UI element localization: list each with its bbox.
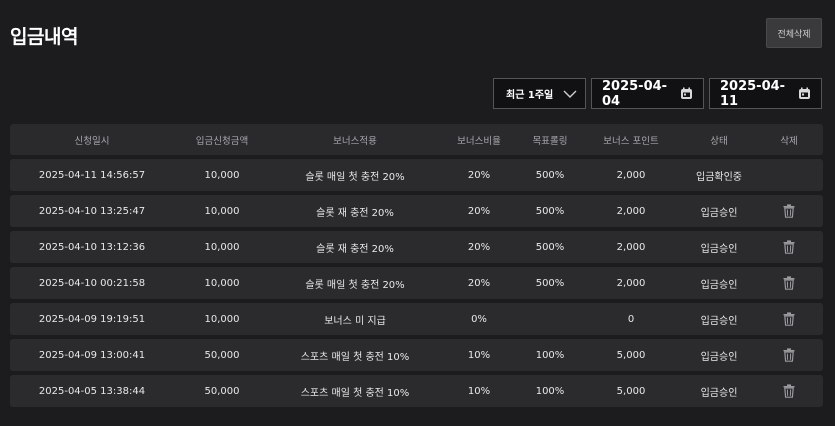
chevron-down-icon — [563, 90, 577, 98]
cell-bonus: 슬롯 재 충전 20% — [316, 243, 394, 255]
col-header-rolling: 목표롤링 — [532, 135, 568, 147]
cell-points: 2,000 — [616, 169, 646, 181]
cell-datetime: 2025-04-10 00:21:58 — [38, 277, 146, 289]
cell-datetime: 2025-04-10 13:25:47 — [38, 205, 146, 217]
cell-status: 입금승인 — [700, 351, 738, 363]
cell-amount: 10,000 — [204, 241, 240, 253]
calendar-icon[interactable] — [798, 87, 811, 100]
cell-status: 입금확인중 — [696, 171, 742, 183]
period-select[interactable]: 최근 1주일 — [493, 78, 586, 109]
cell-datetime: 2025-04-11 14:56:57 — [38, 169, 146, 181]
cell-datetime: 2025-04-09 19:19:51 — [38, 313, 146, 325]
delete-row-button[interactable] — [783, 231, 795, 263]
col-header-delete: 삭제 — [780, 135, 798, 147]
end-date-field[interactable]: 2025-04-11 — [709, 78, 822, 109]
col-header-amount: 입금신청금액 — [195, 135, 249, 147]
cell-amount: 10,000 — [204, 313, 240, 325]
table-row: 2025-04-09 19:19:51 10,000 보너스 미 지급 0% 0 입금승인 — [10, 303, 823, 335]
cell-points: 5,000 — [616, 385, 646, 397]
cell-status: 입금승인 — [700, 387, 738, 399]
cell-bonus: 보너스 미 지급 — [324, 315, 386, 327]
cell-amount: 10,000 — [204, 169, 240, 181]
cell-status: 입금승인 — [700, 279, 738, 291]
cell-bonus: 슬롯 매일 첫 충전 20% — [305, 171, 405, 183]
cell-amount: 10,000 — [204, 277, 240, 289]
start-date-field[interactable]: 2025-04-04 — [591, 78, 704, 109]
cell-rate: 10% — [467, 349, 491, 361]
cell-rolling: 100% — [535, 349, 565, 361]
cell-rolling: 500% — [535, 277, 565, 289]
trash-icon[interactable] — [783, 348, 795, 362]
delete-row-button[interactable] — [783, 267, 795, 299]
col-header-bonus: 보너스적용 — [333, 135, 377, 147]
cell-rolling: 500% — [535, 205, 565, 217]
table-row: 2025-04-11 14:56:57 10,000 슬롯 매일 첫 충전 20% 2… — [10, 159, 823, 191]
table-header: 신청일시 입금신청금액 보너스적용 보너스비율 목표롤링 보너스 포인트 상태 … — [10, 124, 823, 155]
delete-row-button[interactable] — [783, 195, 795, 227]
table-row: 2025-04-10 00:21:58 10,000 슬롯 매일 첫 충전 20% 2… — [10, 267, 823, 299]
cell-rate: 20% — [467, 205, 491, 217]
cell-datetime: 2025-04-05 13:38:44 — [38, 385, 146, 397]
cell-points: 5,000 — [616, 349, 646, 361]
period-select-label: 최근 1주일 — [506, 90, 554, 101]
col-header-datetime: 신청일시 — [74, 135, 110, 147]
cell-amount: 50,000 — [204, 349, 240, 361]
cell-points: 2,000 — [616, 241, 646, 253]
cell-points: 0 — [627, 313, 635, 325]
table-row: 2025-04-10 13:25:47 10,000 슬롯 재 충전 20% 20% 5… — [10, 195, 823, 227]
delete-all-button[interactable]: 전체삭제 — [766, 18, 822, 48]
trash-icon[interactable] — [783, 276, 795, 290]
cell-rate: 20% — [467, 169, 491, 181]
cell-status: 입금승인 — [700, 243, 738, 255]
trash-icon[interactable] — [783, 384, 795, 398]
cell-rate: 20% — [467, 277, 491, 289]
table-row: 2025-04-10 13:12:36 10,000 슬롯 재 충전 20% 20% 5… — [10, 231, 823, 263]
cell-rolling: 500% — [535, 169, 565, 181]
cell-bonus: 슬롯 매일 첫 충전 20% — [305, 279, 405, 291]
delete-row-button[interactable] — [783, 303, 795, 335]
cell-status: 입금승인 — [700, 315, 738, 327]
trash-icon[interactable] — [783, 204, 795, 218]
cell-rate: 10% — [467, 385, 491, 397]
cell-rate: 20% — [467, 241, 491, 253]
cell-amount: 50,000 — [204, 385, 240, 397]
cell-points: 2,000 — [616, 205, 646, 217]
delete-row-button[interactable] — [783, 339, 795, 371]
col-header-status: 상태 — [710, 135, 728, 147]
trash-icon[interactable] — [783, 240, 795, 254]
trash-icon[interactable] — [783, 312, 795, 326]
cell-status: 입금승인 — [700, 207, 738, 219]
cell-points: 2,000 — [616, 277, 646, 289]
table-row: 2025-04-05 13:38:44 50,000 스포츠 매일 첫 충전 10%… — [10, 375, 823, 407]
page-title: 입금내역 — [10, 26, 78, 48]
start-date-value: 2025-04-04 — [602, 78, 668, 109]
delete-row-button[interactable] — [783, 375, 795, 407]
col-header-points: 보너스 포인트 — [603, 135, 659, 147]
end-date-value: 2025-04-11 — [720, 78, 786, 109]
col-header-rate: 보너스비율 — [457, 135, 501, 147]
cell-bonus: 스포츠 매일 첫 충전 10% — [300, 387, 410, 399]
cell-datetime: 2025-04-10 13:12:36 — [38, 241, 146, 253]
cell-amount: 10,000 — [204, 205, 240, 217]
cell-datetime: 2025-04-09 13:00:41 — [38, 349, 146, 361]
cell-bonus: 슬롯 재 충전 20% — [316, 207, 394, 219]
calendar-icon[interactable] — [680, 87, 693, 100]
table-row: 2025-04-09 13:00:41 50,000 스포츠 매일 첫 충전 10%… — [10, 339, 823, 371]
cell-bonus: 스포츠 매일 첫 충전 10% — [300, 351, 410, 363]
cell-rate: 0% — [471, 313, 487, 325]
cell-rolling: 100% — [535, 385, 565, 397]
cell-rolling: 500% — [535, 241, 565, 253]
